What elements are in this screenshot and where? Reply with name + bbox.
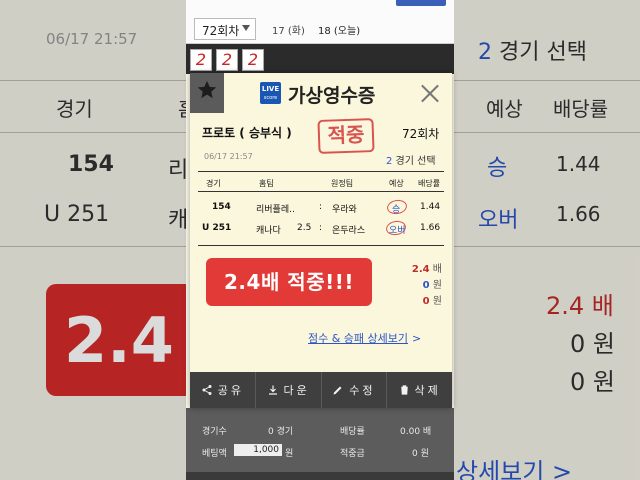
row2-handicap: 2.5 [297, 223, 312, 233]
top-action-button[interactable] [396, 0, 446, 6]
col-header-away: 원정팀 [331, 179, 354, 188]
summary-odds: 2.4 배 [411, 264, 442, 275]
star-icon [197, 80, 217, 99]
receipt-datetime: 06/17 21:57 [204, 152, 253, 161]
row1-separator: : [319, 202, 323, 212]
row2-game-no: U 251 [202, 223, 232, 233]
row2-away-team: 온두라스 [332, 226, 366, 236]
stamp-row: 2 2 2 [186, 44, 454, 74]
footer-win-value: 0 원 [412, 449, 429, 459]
col-header-home: 홈팀 [259, 179, 274, 188]
round-label: 72회차 [402, 127, 440, 141]
row1-game-no: 154 [212, 202, 231, 212]
edit-button[interactable]: 수정 [322, 372, 388, 408]
virtual-receipt-modal: LIVE score 가상영수증 프로토 ( 승부식 ) 적중 72회차 06/1… [190, 73, 452, 408]
row1-odds: 1.44 [420, 202, 441, 212]
download-icon [268, 385, 277, 395]
row2-home-team: 캐나다 [256, 226, 281, 236]
download-button[interactable]: 다운 [256, 372, 322, 408]
livescore-logo: LIVE score [260, 82, 281, 104]
row2-odds: 1.66 [420, 223, 441, 233]
hit-stamp-icon: 2 [190, 49, 212, 71]
bet-amount-input[interactable]: 1,000 [234, 444, 282, 456]
round-select[interactable]: 72회차 [194, 18, 256, 40]
row1-home-team: 리버플레.. [256, 205, 295, 215]
favorite-button[interactable] [190, 73, 224, 113]
tab-date-18[interactable]: 18 (오늘) [318, 22, 360, 37]
summary-win: 0 원 [422, 296, 442, 307]
hit-stamp-icon: 2 [216, 49, 238, 71]
delete-button[interactable]: 삭제 [387, 372, 452, 408]
row2-separator: : [319, 223, 323, 233]
action-bar: 공유 다운 수정 삭제 [190, 372, 452, 408]
table-bottom-rule [198, 245, 444, 246]
game-type-label: 프로토 ( 승부식 ) [202, 126, 292, 140]
hit-stamp-icon: 2 [242, 49, 264, 71]
table-top-rule [198, 171, 444, 172]
footer-odds-value: 0.00 배 [400, 427, 432, 437]
footer-odds-label: 배당률 [340, 427, 365, 437]
chevron-down-icon [242, 25, 250, 31]
share-icon [202, 385, 212, 395]
summary-bet: 0 원 [422, 280, 442, 291]
pencil-icon [333, 386, 342, 395]
bet-summary-footer: 경기수 0 경기 배당률 0.00 배 베팅액 1,000 원 적중금 0 원 [186, 408, 454, 480]
col-header-pick: 예상 [389, 179, 404, 188]
row1-away-team: 우라와 [332, 205, 357, 215]
trash-icon [400, 385, 408, 395]
col-header-odds: 배당률 [418, 179, 441, 188]
footer-bet-unit: 원 [285, 449, 294, 459]
score-detail-link[interactable]: 점수 & 승패 상세보기 > [308, 330, 421, 346]
modal-title: 가상영수증 [288, 85, 376, 107]
row1-pick: 승 [392, 205, 401, 215]
result-banner: 2.4배 적중!!! [206, 258, 372, 306]
row2-pick: 오버 [389, 226, 406, 236]
share-button[interactable]: 공유 [190, 372, 256, 408]
hit-stamp: 적중 [317, 118, 375, 154]
round-select-value: 72회차 [202, 24, 240, 38]
footer-win-label: 적중금 [340, 449, 365, 459]
footer-bet-label: 베팅액 [202, 449, 227, 459]
round-header: 72회차 17 (화) 18 (오늘) [186, 0, 454, 44]
close-icon[interactable] [420, 83, 440, 103]
footer-nav-strip [186, 472, 454, 480]
selected-game-count: 2 경기 선택 [386, 156, 436, 167]
footer-games-value: 0 경기 [268, 427, 294, 437]
table-header-rule [198, 191, 444, 192]
tab-date-17[interactable]: 17 (화) [272, 22, 305, 37]
footer-games-label: 경기수 [202, 427, 227, 437]
col-header-game: 경기 [206, 179, 221, 188]
